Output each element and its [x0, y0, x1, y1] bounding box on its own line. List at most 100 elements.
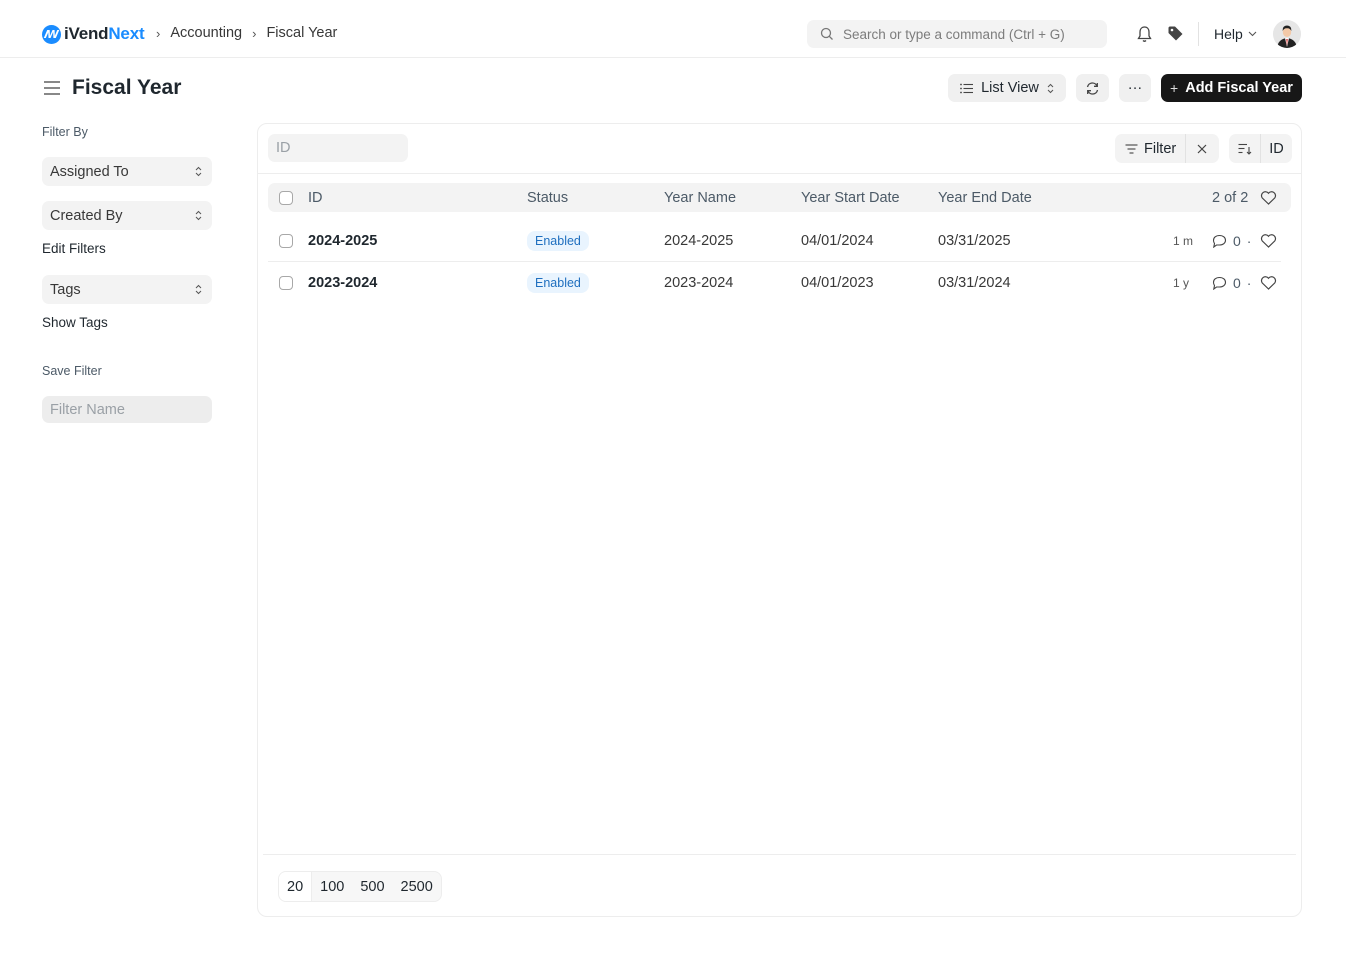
- sidebar-toggle-icon[interactable]: [44, 81, 60, 95]
- row-year-end-date: 03/31/2024: [938, 274, 1011, 291]
- separator-dot: ·: [1246, 233, 1252, 249]
- divider: [258, 173, 1301, 174]
- sort-order-button[interactable]: [1229, 134, 1261, 163]
- chevron-right-icon: ›: [252, 25, 257, 41]
- assigned-to-label: Assigned To: [50, 163, 129, 180]
- breadcrumb-fiscal-year[interactable]: Fiscal Year: [266, 25, 337, 41]
- add-fiscal-year-label: Add Fiscal Year: [1185, 80, 1293, 96]
- row-id[interactable]: 2024-2025: [308, 233, 377, 249]
- row-checkbox[interactable]: [279, 234, 293, 248]
- heart-icon[interactable]: [1260, 234, 1277, 249]
- column-header-year-start-date[interactable]: Year Start Date: [801, 190, 900, 206]
- page-size-2500[interactable]: 2500: [393, 872, 441, 901]
- result-count: 2 of 2: [1212, 189, 1249, 206]
- brand-logo-link[interactable]: ꟿ iVendNext: [42, 24, 145, 44]
- more-actions-button[interactable]: ···: [1119, 74, 1151, 102]
- divider: [263, 854, 1296, 855]
- list-icon: [960, 83, 974, 93]
- close-icon: [1197, 144, 1207, 153]
- page-size-500[interactable]: 500: [352, 872, 392, 901]
- search-icon: [820, 27, 833, 40]
- table-row[interactable]: 2023-2024 Enabled 2023-2024 04/01/2023 0…: [268, 262, 1281, 303]
- search-placeholder: Search or type a command (Ctrl + G): [843, 26, 1065, 42]
- status-badge: Enabled: [527, 272, 589, 293]
- filter-label: Filter: [1144, 140, 1177, 157]
- column-header-id[interactable]: ID: [308, 190, 323, 206]
- column-header-year-end-date[interactable]: Year End Date: [938, 190, 1032, 206]
- refresh-button[interactable]: [1076, 74, 1109, 102]
- row-checkbox[interactable]: [279, 275, 293, 290]
- created-by-label: Created By: [50, 207, 123, 224]
- comment-icon: [1212, 234, 1227, 248]
- help-dropdown[interactable]: Help: [1214, 26, 1257, 42]
- list-view-label: List View: [981, 80, 1039, 96]
- navbar: ꟿ iVendNext › Accounting › Fiscal Year S…: [0, 0, 1346, 58]
- assigned-to-select[interactable]: Assigned To: [42, 157, 212, 186]
- brand-suffix: Next: [108, 24, 145, 43]
- column-header-status[interactable]: Status: [527, 190, 568, 206]
- table-header: ID Status Year Name Year Start Date Year…: [268, 183, 1291, 212]
- plus-icon: +: [1170, 80, 1179, 96]
- sort-group: ID: [1229, 134, 1292, 163]
- avatar-person-icon: [1273, 20, 1301, 48]
- page-size-selector: 20 100 500 2500: [278, 871, 442, 902]
- breadcrumb: › Accounting › Fiscal Year: [156, 25, 347, 41]
- edit-filters-link[interactable]: Edit Filters: [42, 241, 106, 256]
- filter-button[interactable]: Filter: [1115, 134, 1187, 163]
- breadcrumb-accounting[interactable]: Accounting: [170, 25, 242, 41]
- nav-divider: [1198, 22, 1199, 46]
- row-year-start-date: 04/01/2023: [801, 274, 874, 291]
- row-modified-time: 1 y: [1173, 275, 1190, 290]
- chevron-right-icon: ›: [156, 25, 161, 41]
- page-size-100[interactable]: 100: [312, 872, 352, 901]
- select-arrows-icon: [195, 210, 202, 221]
- row-year-name: 2023-2024: [664, 274, 734, 291]
- id-filter-input[interactable]: [268, 134, 408, 162]
- brand-prefix: iVend: [64, 24, 109, 43]
- row-modified-time: 1 m: [1173, 234, 1194, 248]
- select-arrows-icon: [195, 166, 202, 177]
- select-all-checkbox[interactable]: [279, 190, 293, 205]
- brand-name: iVendNext: [64, 24, 145, 44]
- select-arrows-icon: [1047, 83, 1054, 93]
- tags-select[interactable]: Tags: [42, 275, 212, 304]
- table-row[interactable]: 2024-2025 Enabled 2024-2025 04/01/2024 0…: [268, 221, 1281, 262]
- chevron-down-icon: [1248, 31, 1257, 37]
- filter-icon: [1125, 143, 1138, 154]
- sort-field-button[interactable]: ID: [1261, 141, 1292, 157]
- refresh-icon: [1086, 81, 1099, 95]
- list-view-dropdown[interactable]: List View: [948, 74, 1066, 102]
- heart-icon[interactable]: [1260, 275, 1277, 290]
- page-size-20[interactable]: 20: [279, 872, 313, 901]
- filter-name-input[interactable]: [42, 396, 212, 423]
- row-id[interactable]: 2023-2024: [308, 275, 377, 291]
- comment-count: 0: [1233, 233, 1241, 249]
- sort-descending-icon: [1238, 143, 1251, 155]
- separator-dot: ·: [1246, 274, 1252, 291]
- user-avatar[interactable]: [1273, 20, 1301, 48]
- row-comments[interactable]: 0 ·: [1212, 275, 1251, 291]
- select-arrows-icon: [195, 284, 202, 295]
- filter-group: Filter: [1115, 134, 1219, 163]
- list-frame: Filter ID ID Status Year Name Year Start…: [257, 123, 1302, 917]
- bell-icon[interactable]: [1136, 25, 1153, 43]
- page-title: Fiscal Year: [72, 76, 182, 99]
- comment-count: 0: [1233, 274, 1241, 291]
- add-fiscal-year-button[interactable]: + Add Fiscal Year: [1161, 74, 1302, 102]
- show-tags-link[interactable]: Show Tags: [42, 315, 108, 330]
- row-year-start-date: 04/01/2024: [801, 233, 874, 249]
- tags-label: Tags: [50, 281, 81, 298]
- status-badge: Enabled: [527, 231, 589, 251]
- brand-logo-icon: ꟿ: [42, 24, 61, 44]
- row-year-name: 2024-2025: [664, 233, 734, 249]
- save-filter-label: Save Filter: [42, 364, 102, 378]
- row-comments[interactable]: 0 ·: [1212, 233, 1251, 249]
- created-by-select[interactable]: Created By: [42, 201, 212, 230]
- heart-icon[interactable]: [1260, 190, 1277, 205]
- more-icon: ···: [1127, 80, 1143, 96]
- column-header-year-name[interactable]: Year Name: [664, 190, 736, 206]
- tag-icon[interactable]: [1167, 25, 1184, 42]
- clear-filter-button[interactable]: [1186, 144, 1218, 154]
- search-input[interactable]: Search or type a command (Ctrl + G): [807, 20, 1107, 48]
- comment-icon: [1212, 276, 1227, 290]
